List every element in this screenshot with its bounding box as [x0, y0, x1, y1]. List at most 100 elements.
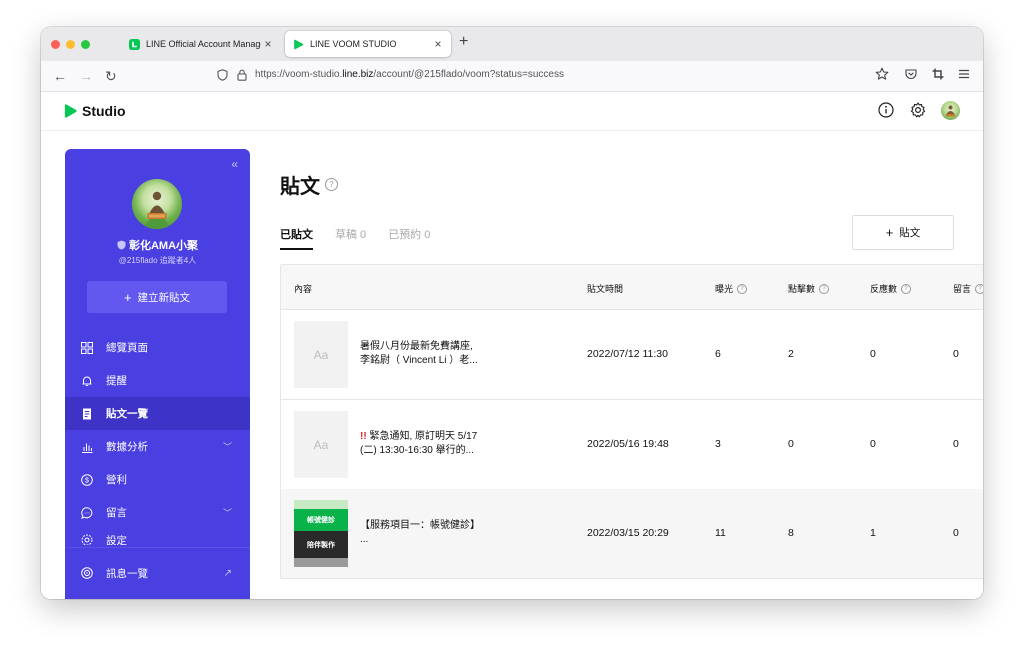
chevron-down-icon: ﹀: [222, 508, 232, 518]
minimize-window-button[interactable]: [66, 40, 75, 49]
post-content-text: 緊急通知, 原訂明天 5/17: [366, 431, 478, 442]
sidebar-item-message-list[interactable]: 訊息一覽 ↗: [65, 548, 250, 598]
crop-icon[interactable]: [931, 67, 945, 81]
column-header-content: 內容: [294, 282, 312, 295]
tab-published[interactable]: 已貼文: [280, 226, 313, 250]
account-name-text: 彰化AMA小聚: [128, 240, 199, 252]
address-bar[interactable]: https://voom-studio.line.biz/account/@21…: [209, 65, 961, 87]
sidebar-item-overview[interactable]: 總覽頁面: [65, 331, 250, 364]
create-post-label: 建立新貼文: [137, 291, 191, 304]
post-reactions: 0: [870, 348, 876, 360]
column-label: 曝光: [715, 284, 734, 294]
tab-close-icon[interactable]: ×: [431, 37, 445, 51]
column-header-clicks: 點擊數?: [788, 282, 830, 295]
sidebar-item-label: 留言: [106, 507, 127, 519]
sidebar-item-comments[interactable]: 留言 ﹀: [65, 496, 250, 529]
help-icon[interactable]: ?: [975, 283, 983, 294]
column-label: 貼文時間: [587, 284, 624, 294]
thumbnail-label: 陪伴製作: [294, 531, 348, 558]
post-comments: 0: [953, 438, 959, 450]
sidebar-item-label: 數據分析: [106, 441, 148, 453]
help-icon[interactable]: ?: [901, 283, 912, 294]
thumbnail-band: [294, 500, 348, 509]
grid-icon: [80, 341, 94, 355]
table-row[interactable]: Aa 暑假八月份最新免費講座, 李銘尉（ Vincent Li ）老... 20…: [281, 310, 983, 400]
comment-icon: [80, 506, 94, 520]
sidebar-item-label: 貼文一覽: [106, 408, 148, 420]
collapse-sidebar-icon[interactable]: «: [231, 157, 238, 171]
post-clicks: 0: [788, 438, 794, 450]
lock-icon: [237, 69, 247, 81]
verified-shield-icon: [117, 240, 126, 250]
bookmark-star-icon[interactable]: [875, 67, 889, 81]
posts-table: 內容 貼文時間 曝光? 點擊數? 反應數? 留言? Aa 暑假八月份最新免費講座…: [280, 264, 983, 579]
browser-tab-line-voom-studio[interactable]: LINE VOOM STUDIO ×: [285, 31, 451, 57]
bell-icon: [80, 374, 94, 388]
svg-text:$: $: [85, 477, 89, 484]
tab-close-icon[interactable]: ×: [261, 37, 275, 51]
post-content-line: (二) 13:30-16:30 舉行的...: [360, 445, 474, 456]
post-clicks: 2: [788, 348, 794, 360]
logo-text: Studio: [82, 103, 126, 119]
pocket-icon[interactable]: [904, 67, 918, 81]
tab-scheduled[interactable]: 已預約 0: [388, 226, 430, 250]
hamburger-menu-icon[interactable]: [958, 67, 970, 81]
sidebar-item-analytics[interactable]: 數據分析 ﹀: [65, 430, 250, 463]
studio-logo[interactable]: Studio: [64, 103, 126, 119]
sidebar-item-notifications[interactable]: 提醒: [65, 364, 250, 397]
column-header-comments: 留言?: [953, 282, 983, 295]
document-icon: [80, 407, 94, 421]
help-icon[interactable]: ?: [819, 283, 830, 294]
post-impressions: 3: [715, 438, 721, 450]
sidebar-item-monetization[interactable]: $ 營利: [65, 463, 250, 496]
sidebar-item-label: 總覽頁面: [106, 342, 148, 354]
page-title-text: 貼文: [280, 176, 320, 198]
shield-icon: [217, 69, 228, 81]
plus-icon: +: [885, 225, 894, 240]
post-content: 暑假八月份最新免費講座, 李銘尉（ Vincent Li ）老...: [360, 340, 560, 368]
tab-title: LINE VOOM STUDIO: [310, 39, 397, 49]
back-arrow-icon[interactable]: ←: [53, 67, 67, 85]
page-content: Studio « 彰化AMA小聚 @215flado 追蹤者4人 + 建立新貼文…: [41, 92, 983, 599]
column-label: 反應數: [870, 284, 898, 294]
new-post-label: 貼文: [899, 227, 921, 239]
help-icon[interactable]: ?: [737, 283, 748, 294]
thumbnail-band: [294, 558, 348, 567]
table-header: 內容 貼文時間 曝光? 點擊數? 反應數? 留言?: [281, 265, 983, 310]
sidebar-item-label: 提醒: [106, 375, 127, 387]
target-icon: [80, 566, 94, 580]
plus-icon: +: [123, 289, 132, 305]
chevron-down-icon: ﹀: [222, 442, 232, 452]
sidebar-item-post-list[interactable]: 貼文一覽: [65, 397, 250, 430]
post-thumbnail: Aa: [294, 411, 348, 478]
new-post-button[interactable]: + 貼文: [852, 215, 954, 250]
sidebar-bottom: 訊息一覽 ↗: [65, 547, 250, 598]
post-content: 【服務項目一：帳號健診】 ...: [360, 519, 560, 547]
table-row[interactable]: 帳號健診 陪伴製作 【服務項目一：帳號健診】 ... 2022/03/15 20…: [281, 489, 983, 578]
external-link-icon: ↗: [223, 567, 232, 579]
sidebar-item-label: 營利: [106, 474, 127, 486]
new-tab-button[interactable]: +: [459, 33, 468, 51]
help-icon[interactable]: ?: [325, 178, 338, 191]
column-label: 內容: [294, 284, 313, 294]
tab-drafts[interactable]: 草稿 0: [335, 226, 366, 250]
zoom-window-button[interactable]: [81, 40, 90, 49]
reload-icon[interactable]: ↻: [105, 67, 117, 85]
tab-title: LINE Official Account Manager: [146, 39, 261, 49]
forward-arrow-icon[interactable]: →: [79, 67, 93, 85]
post-status-tabs: 已貼文 草稿 0 已預約 0: [280, 226, 452, 250]
column-label: 點擊數: [788, 284, 816, 294]
post-clicks: 8: [788, 527, 794, 539]
voom-play-logo-icon: [64, 104, 77, 118]
create-post-button[interactable]: + 建立新貼文: [87, 281, 227, 313]
browser-nav-bar: ← → ↻ https://voom-studio.line.biz/accou…: [41, 61, 983, 92]
chart-icon: [80, 440, 94, 454]
browser-tab-line-oa-manager[interactable]: LINE Official Account Manager ×: [121, 31, 281, 57]
sidebar-item-settings[interactable]: 設定: [65, 529, 250, 545]
close-window-button[interactable]: [51, 40, 60, 49]
main-panel: 貼文 ? 已貼文 草稿 0 已預約 0 + 貼文 內容 貼文時間 曝光? 點擊數…: [280, 92, 983, 599]
column-header-time: 貼文時間: [587, 282, 623, 295]
post-time: 2022/07/12 11:30: [587, 348, 668, 360]
account-avatar[interactable]: [132, 179, 182, 229]
table-row[interactable]: Aa !! 緊急通知, 原訂明天 5/17 (二) 13:30-16:30 舉行…: [281, 400, 983, 490]
